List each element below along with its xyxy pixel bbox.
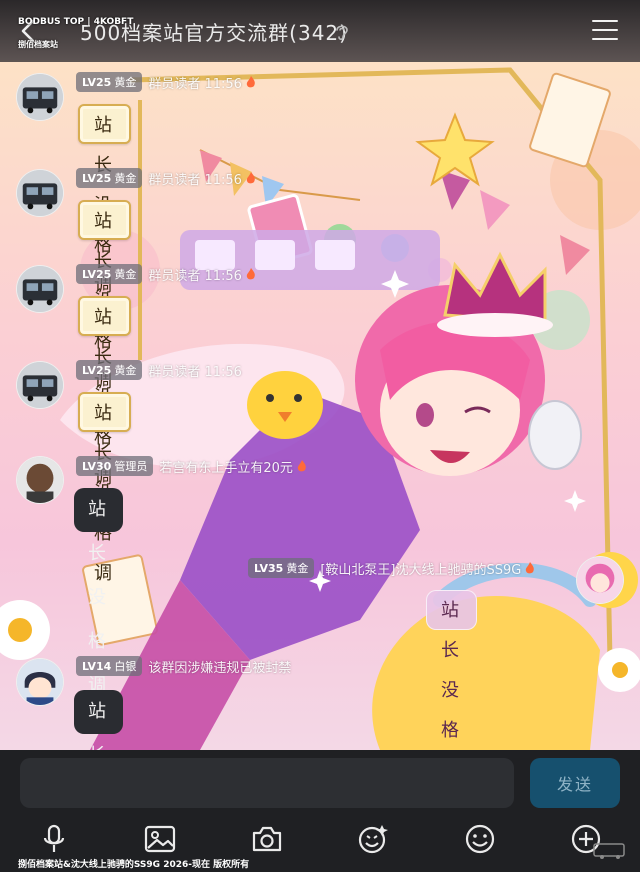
level-badge: LV25 黄金 [76,168,143,188]
sticker-button[interactable] [356,822,390,856]
message-bubble[interactable]: 站长没格调 [74,690,123,854]
chat-header: 500档案站官方交流群(342) BODBUS TOP | 4KOBFT 捌佰档… [0,0,640,62]
bus-avatar-icon [17,266,63,312]
level-badge: LV14 白银 [76,656,143,676]
message-meta: LV35 黄金 [鞍山北泵王]沈大线上驰骋的SS9G [248,558,535,578]
composer: 发送 [0,750,640,872]
watermark-line2: 捌佰档案站 [18,40,58,49]
message-bubble[interactable]: 站长没格调 [78,104,131,296]
camera-button[interactable] [250,822,284,856]
flame-icon [246,76,255,88]
microphone-icon [43,824,65,852]
camera-icon [252,826,282,852]
sender-name[interactable]: 该群因涉嫌违规已被封禁 [148,657,291,676]
level-badge: LV25 黄金 [76,264,143,284]
sender-name[interactable]: 群员读者 11:56 [148,361,242,380]
anime-avatar-icon [577,557,623,603]
level-badge: LV30 管理员 [76,456,154,476]
flame-icon [246,268,255,280]
sender-name[interactable]: [鞍山北泵王]沈大线上驰骋的SS9G [320,559,521,578]
avatar[interactable] [16,169,64,217]
message-bubble[interactable]: 站长没格调 [78,200,131,392]
message-meta: LV25 黄金 群员读者 11:56 [76,72,256,92]
message-bubble[interactable]: 站长没格调 [78,392,131,584]
message-bubble[interactable]: 站长没格调 [78,296,131,488]
menu-button[interactable] [592,20,618,42]
voice-button[interactable] [37,822,71,856]
anime-avatar-icon [17,659,63,705]
bus-avatar-icon [17,170,63,216]
watermark-line1: BODBUS TOP | 4KOBFT [18,17,134,27]
level-badge: LV25 黄金 [76,72,143,92]
watermark-top: BODBUS TOP | 4KOBFT 捌佰档案站 [18,17,133,50]
avatar[interactable] [16,265,64,313]
message-meta: LV25 黄金 群员读者 11:56 [76,360,242,380]
avatar[interactable] [16,456,64,504]
flame-icon [526,562,535,574]
watermark-bottom: 捌佰档案站&沈大线上驰骋的SS9G 2026-现在 版权所有 [18,860,250,870]
sticker-icon [358,825,388,854]
level-badge: LV25 黄金 [76,360,143,380]
flame-icon [297,460,306,472]
message-meta: LV30 管理员 若宫有东上手立有20元 [76,456,307,476]
level-badge: LV35 黄金 [248,558,315,578]
avatar[interactable] [16,361,64,409]
bus-avatar-icon [17,74,63,120]
sender-name[interactable]: 群员读者 11:56 [148,169,242,188]
avatar[interactable] [16,73,64,121]
album-button[interactable] [143,822,177,856]
message-meta: LV25 黄金 群员读者 11:56 [76,264,256,284]
avatar[interactable] [16,658,64,706]
message-bubble[interactable]: 站长没格调 [426,590,477,781]
message-input[interactable] [20,758,514,808]
send-button[interactable]: 发送 [530,758,620,808]
avatar[interactable] [576,556,624,604]
sender-name[interactable]: 群员读者 11:56 [148,73,242,92]
ear-icon[interactable] [333,22,351,42]
message-meta: LV25 黄金 群员读者 11:56 [76,168,256,188]
logo-watermark-icon [593,843,625,859]
emoji-button[interactable] [463,822,497,856]
emoji-icon [465,824,495,854]
image-icon [144,825,176,853]
bus-avatar-icon [17,362,63,408]
flame-icon [246,172,255,184]
sender-name[interactable]: 群员读者 11:56 [148,265,242,284]
message-bubble[interactable]: 站长没格调 [74,488,123,696]
sender-name[interactable]: 若宫有东上手立有20元 [159,457,293,476]
person-avatar-icon [17,457,63,503]
message-meta: LV14 白银 该群因涉嫌违规已被封禁 [76,656,291,676]
